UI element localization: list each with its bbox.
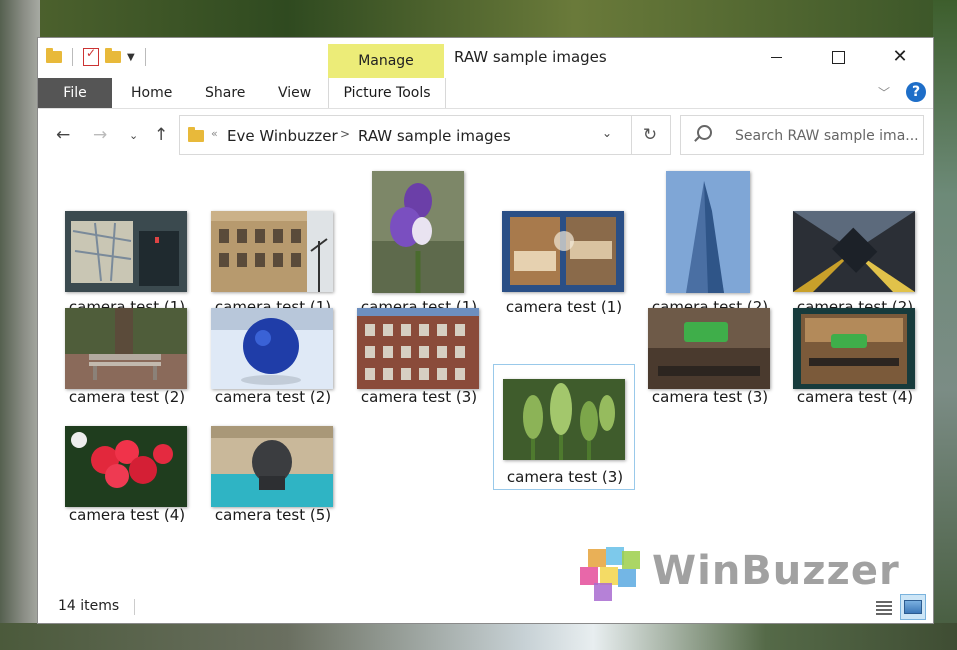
folder-icon <box>188 127 204 142</box>
recent-locations-chevron-icon[interactable]: ⌄ <box>129 129 138 142</box>
desktop-wallpaper-right <box>933 0 957 650</box>
refresh-icon: ↻ <box>642 125 658 145</box>
file-item[interactable]: camera test (1) <box>348 169 490 316</box>
photo-shop-window-thumbnail <box>502 211 624 292</box>
back-arrow-icon[interactable]: ← <box>56 125 70 145</box>
file-item[interactable]: camera test (1) <box>493 169 635 316</box>
search-icon <box>697 125 712 140</box>
file-item[interactable]: camera test (4) <box>784 297 926 421</box>
photo-elephant-fountain-thumbnail <box>211 426 333 507</box>
navigation-bar: ← → ⌄ ↑ « Eve Winbuzzer > RAW sample ima… <box>38 109 933 157</box>
new-folder-icon[interactable] <box>105 48 121 63</box>
title-bar: ▼ Manage RAW sample images ✕ <box>38 38 933 78</box>
file-item[interactable]: camera test (5) <box>202 415 344 539</box>
ribbon-tabs: File Home Share View Picture Tools ﹀ ? <box>38 78 933 109</box>
close-icon: ✕ <box>892 46 908 67</box>
minimize-icon <box>770 56 782 58</box>
address-history-dropdown-icon[interactable]: ⌄ <box>602 126 612 140</box>
breadcrumb-overflow-icon[interactable]: « <box>211 127 218 140</box>
winbuzzer-logo-icon <box>578 543 642 601</box>
file-item[interactable]: camera test (3) <box>348 297 490 421</box>
up-arrow-icon[interactable]: ↑ <box>154 125 168 145</box>
file-name: camera test (2) <box>214 388 332 406</box>
photo-map-thumbnail <box>65 211 187 292</box>
file-item[interactable]: camera test (2) <box>56 297 198 421</box>
folder-icon[interactable] <box>46 48 62 63</box>
photo-atrium-thumbnail <box>793 211 915 292</box>
desktop-wallpaper-top <box>0 0 957 38</box>
toolbar-separator <box>72 48 73 66</box>
customize-toolbar-dropdown-icon[interactable]: ▼ <box>127 52 135 63</box>
file-name: camera test (5) <box>214 506 332 524</box>
close-button[interactable]: ✕ <box>877 42 923 72</box>
quick-access-toolbar: ▼ <box>46 46 150 66</box>
file-item[interactable]: camera test (3) <box>639 297 781 421</box>
photo-tulip-buds-thumbnail <box>503 379 625 460</box>
file-item[interactable]: camera test (2) <box>639 169 781 316</box>
file-grid: camera test (1) camera test (1) camera t… <box>38 159 933 579</box>
tab-home[interactable]: Home <box>131 85 172 101</box>
window-title: RAW sample images <box>454 48 607 66</box>
file-item[interactable]: camera test (2) <box>784 169 926 316</box>
large-icons-view-icon[interactable] <box>900 594 926 620</box>
photo-iris-flower-thumbnail <box>372 171 464 293</box>
photo-skyscraper-thumbnail <box>666 171 750 293</box>
file-explorer-window: ▼ Manage RAW sample images ✕ File Home S… <box>38 38 933 623</box>
file-item[interactable]: camera test (1) <box>202 169 344 316</box>
minimize-button[interactable] <box>753 42 799 72</box>
winbuzzer-watermark: WinBuzzer <box>578 543 900 601</box>
file-item[interactable]: camera test (2) <box>202 297 344 421</box>
breadcrumb-raw-sample-images[interactable]: RAW sample images <box>358 127 511 145</box>
breadcrumb-eve-winbuzzer[interactable]: Eve Winbuzzer <box>227 127 338 145</box>
search-box[interactable] <box>680 115 924 156</box>
toolbar-separator <box>144 48 146 66</box>
maximize-button[interactable] <box>815 42 861 72</box>
photo-bench-tree-thumbnail <box>65 308 187 389</box>
file-name: camera test (4) <box>68 506 186 524</box>
file-name: camera test (3) <box>360 388 478 406</box>
file-name: camera test (2) <box>68 388 186 406</box>
file-name: camera test (3) <box>506 468 624 486</box>
forward-arrow-icon[interactable]: → <box>93 125 107 145</box>
expand-ribbon-icon[interactable]: ﹀ <box>878 84 890 101</box>
tab-manage[interactable]: Manage <box>328 44 444 78</box>
watermark-text: WinBuzzer <box>652 548 900 594</box>
photo-grocery-store-thumbnail <box>793 308 915 389</box>
desktop-wallpaper-left <box>0 0 40 650</box>
photo-grocery-sign-thumbnail <box>648 308 770 389</box>
refresh-button[interactable]: ↻ <box>630 115 671 155</box>
file-name: camera test (4) <box>796 388 914 406</box>
photo-red-flowers-thumbnail <box>65 426 187 507</box>
tab-picture-tools[interactable]: Picture Tools <box>328 78 446 108</box>
help-icon[interactable]: ? <box>906 82 926 102</box>
item-count: 14 items <box>58 598 120 614</box>
file-name: camera test (1) <box>505 298 623 316</box>
search-input[interactable] <box>733 116 923 156</box>
file-name: camera test (3) <box>651 388 769 406</box>
properties-icon[interactable] <box>83 46 99 66</box>
details-view-icon[interactable] <box>873 597 895 619</box>
breadcrumb-separator[interactable]: > <box>340 127 350 141</box>
tab-file[interactable]: File <box>38 78 112 108</box>
photo-blue-ball-thumbnail <box>211 308 333 389</box>
tab-share[interactable]: Share <box>205 85 245 101</box>
address-bar[interactable]: « Eve Winbuzzer > RAW sample images ⌄ <box>179 115 632 155</box>
desktop-wallpaper-bottom <box>0 623 957 650</box>
tab-view[interactable]: View <box>278 85 311 101</box>
photo-building-thumbnail <box>211 211 333 292</box>
photo-brick-building-thumbnail <box>357 308 479 389</box>
file-item[interactable]: camera test (1) <box>56 169 198 316</box>
status-separator <box>134 599 135 615</box>
maximize-icon <box>831 50 845 64</box>
file-item-selected[interactable]: camera test (3) <box>493 364 635 490</box>
file-item[interactable]: camera test (4) <box>56 415 198 539</box>
